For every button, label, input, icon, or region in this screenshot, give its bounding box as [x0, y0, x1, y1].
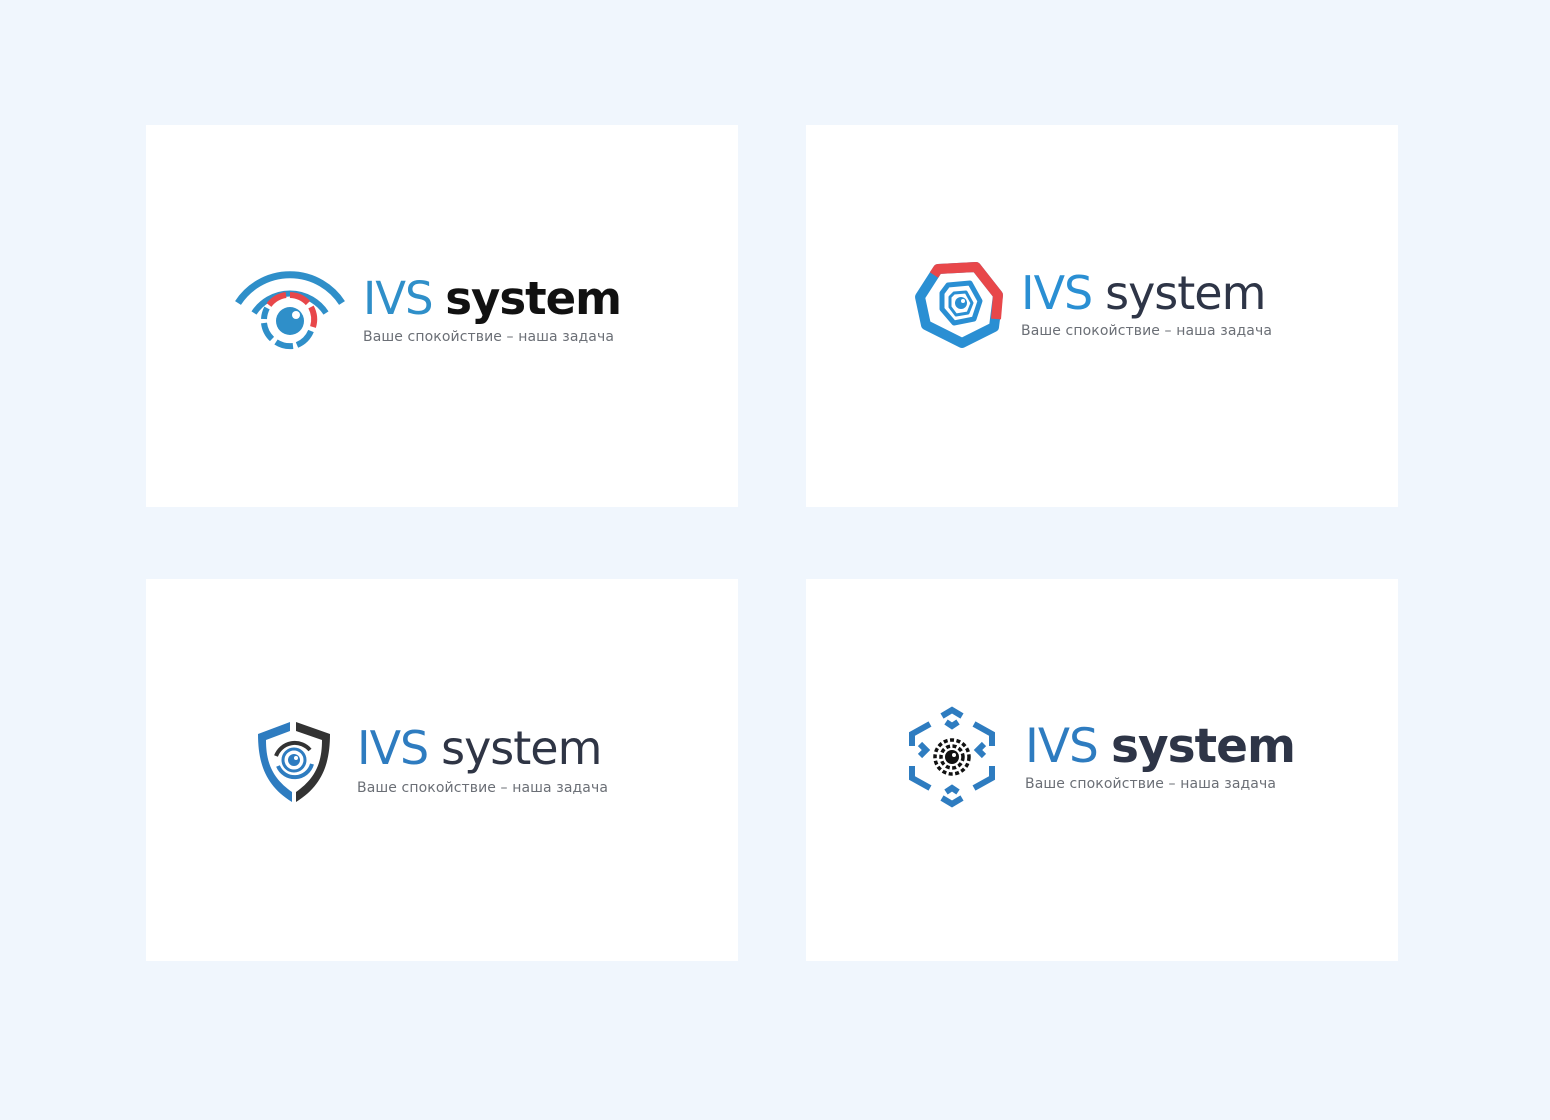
brand-part-ivs: IVS	[363, 272, 434, 325]
brand-part-ivs: IVS	[1025, 719, 1099, 774]
brand-part-ivs: IVS	[1021, 266, 1093, 320]
logo-wordmark: IVS system Ваше спокойствие – наша задача	[1025, 723, 1296, 792]
brand-part-system: system	[445, 272, 622, 325]
eye-signal-icon	[234, 265, 346, 355]
brand-name: IVS system	[357, 725, 608, 771]
logo-card-4: IVS system Ваше спокойствие – наша задача	[806, 579, 1398, 961]
tagline: Ваше спокойствие – наша задача	[1021, 323, 1273, 339]
brand-name: IVS system	[1025, 723, 1296, 770]
logo-concepts-board: { "logos": [ { "brand_part_1": "IVS", "b…	[0, 0, 1550, 1120]
logo-card-2: IVS system Ваше спокойствие – наша задача	[806, 125, 1398, 507]
brand-part-system: system	[1105, 266, 1266, 320]
logo-card-1: IVS system Ваше спокойствие – наша задача	[146, 125, 738, 507]
tagline: Ваше спокойствие – наша задача	[1025, 776, 1277, 792]
logo-wordmark: IVS system Ваше спокойствие – наша задача	[363, 276, 622, 345]
logo-wordmark: IVS system Ваше спокойствие – наша задача	[1021, 270, 1272, 338]
brand-part-system: system	[1111, 719, 1296, 774]
logo-card-3: IVS system Ваше спокойствие – наша задача	[146, 579, 738, 961]
logo-wordmark: IVS system Ваше спокойствие – наша задача	[357, 725, 608, 795]
brand-name: IVS system	[1021, 270, 1272, 316]
tagline: Ваше спокойствие – наша задача	[357, 780, 609, 796]
shield-eye-icon	[254, 720, 334, 804]
brand-name: IVS system	[363, 276, 622, 321]
hexagon-aperture-icon	[908, 706, 996, 808]
hexagon-lens-icon	[915, 262, 1003, 348]
brand-part-system: system	[441, 721, 602, 775]
brand-part-ivs: IVS	[357, 721, 429, 775]
tagline: Ваше спокойствие – наша задача	[363, 329, 615, 345]
